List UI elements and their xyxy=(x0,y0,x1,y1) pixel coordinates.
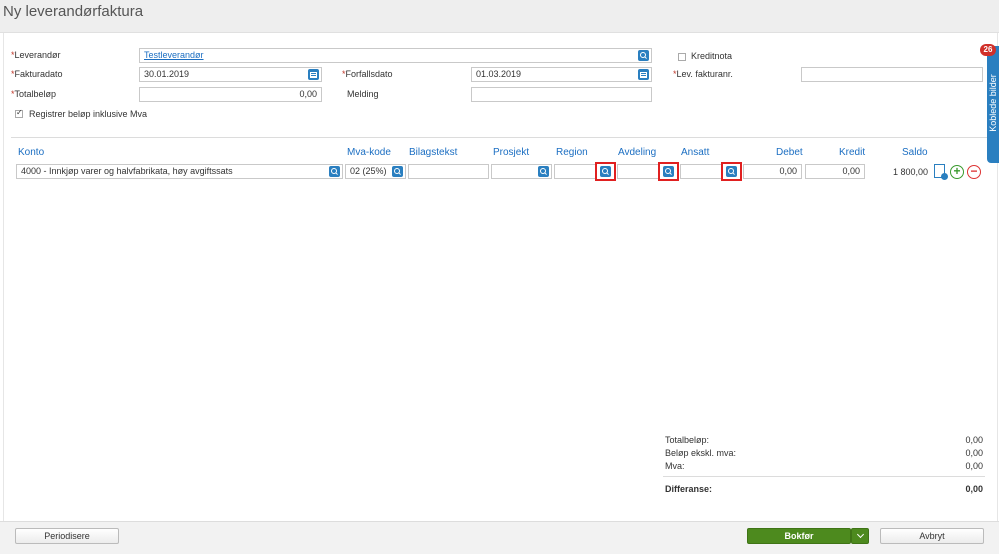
avdeling-lookup-icon[interactable] xyxy=(663,166,674,177)
page-title: Ny leverandørfaktura xyxy=(3,3,144,20)
avdeling-lookup-highlight[interactable] xyxy=(658,162,679,181)
totalbelop-input[interactable]: 0,00 xyxy=(139,87,322,102)
totalbelop-label: *Totalbeløp xyxy=(11,89,57,99)
content-frame xyxy=(3,33,998,521)
koblede-bilder-badge: 26 xyxy=(980,44,996,56)
forfallsdato-value: 01.03.2019 xyxy=(476,69,522,79)
konto-lookup-icon[interactable] xyxy=(329,166,340,177)
col-prosjekt: Prosjekt xyxy=(493,147,530,158)
prosjekt-lookup-icon[interactable] xyxy=(538,166,549,177)
title-bar: Ny leverandørfaktura xyxy=(0,0,999,33)
fakturadato-calendar-icon[interactable] xyxy=(308,69,319,80)
col-region: Region xyxy=(556,147,588,158)
attach-document-icon[interactable] xyxy=(934,164,948,180)
fakturadato-label: *Fakturadato xyxy=(11,69,63,79)
konto-value: 4000 - Innkjøp varer og halvfabrikata, h… xyxy=(21,166,233,176)
region-lookup-icon[interactable] xyxy=(600,166,611,177)
col-saldo: Saldo xyxy=(902,147,928,158)
col-kredit: Kredit xyxy=(839,147,866,158)
sum-mva-value: 0,00 xyxy=(965,461,983,471)
sum-differanse-value: 0,00 xyxy=(965,484,983,494)
sum-totalbelop-value: 0,00 xyxy=(965,435,983,445)
leverandor-link[interactable]: Testleverandør xyxy=(144,50,204,60)
registrer-mva-label: Registrer beløp inklusive Mva xyxy=(29,109,148,119)
remove-row-icon[interactable]: − xyxy=(967,165,981,179)
forfallsdato-calendar-icon[interactable] xyxy=(638,69,649,80)
add-row-icon[interactable]: + xyxy=(950,165,964,179)
col-debet: Debet xyxy=(776,147,803,158)
mva-kode-field[interactable]: 02 (25%) xyxy=(345,164,406,179)
sum-ekskl-mva-label: Beløp ekskl. mva: xyxy=(665,448,737,458)
saldo-value: 1 800,00 xyxy=(892,167,928,177)
melding-label: Melding xyxy=(347,89,379,99)
chevron-down-icon xyxy=(856,530,864,539)
fakturadato-field[interactable]: 30.01.2019 xyxy=(139,67,322,82)
col-bilagstekst: Bilagstekst xyxy=(409,147,458,158)
konto-field[interactable]: 4000 - Innkjøp varer og halvfabrikata, h… xyxy=(16,164,343,179)
bokfor-dropdown-button[interactable] xyxy=(851,528,869,544)
mva-kode-lookup-icon[interactable] xyxy=(392,166,403,177)
lev-fakturanr-input[interactable] xyxy=(801,67,983,82)
ansatt-lookup-highlight[interactable] xyxy=(721,162,742,181)
mva-kode-value: 02 (25%) xyxy=(350,166,387,176)
lev-fakturanr-label: *Lev. fakturanr. xyxy=(673,69,733,79)
fakturadato-value: 30.01.2019 xyxy=(144,69,190,79)
periodisere-button[interactable]: Periodisere xyxy=(15,528,119,544)
leverandor-field[interactable]: Testleverandør xyxy=(139,48,652,63)
leverandor-label: *Leverandør xyxy=(11,50,61,60)
kreditnota-label: Kreditnota xyxy=(691,51,733,61)
avbryt-button[interactable]: Avbryt xyxy=(880,528,984,544)
footer-bar: Periodisere Bokfør Avbryt xyxy=(0,521,999,554)
summary-divider xyxy=(663,476,985,477)
registrer-mva-checkbox[interactable] xyxy=(15,108,23,118)
kreditnota-checkbox[interactable] xyxy=(678,53,686,61)
forfallsdato-label: *Forfallsdato xyxy=(342,69,393,79)
debet-input[interactable]: 0,00 xyxy=(743,164,802,179)
bokfor-button[interactable]: Bokfør xyxy=(747,528,851,544)
region-field[interactable] xyxy=(554,164,596,179)
sum-differanse-label: Differanse: xyxy=(665,484,713,494)
col-ansatt: Ansatt xyxy=(681,147,710,158)
leverandor-lookup-icon[interactable] xyxy=(638,50,649,61)
col-avdeling: Avdeling xyxy=(618,147,657,158)
col-mva-kode: Mva-kode xyxy=(347,147,391,158)
col-konto: Konto xyxy=(18,147,45,158)
melding-input[interactable] xyxy=(471,87,652,102)
forfallsdato-field[interactable]: 01.03.2019 xyxy=(471,67,652,82)
ansatt-field[interactable] xyxy=(680,164,722,179)
kredit-input[interactable]: 0,00 xyxy=(805,164,865,179)
prosjekt-field[interactable] xyxy=(491,164,552,179)
region-lookup-highlight[interactable] xyxy=(595,162,616,181)
divider xyxy=(11,137,987,138)
koblede-bilder-tab[interactable]: Koblede bilder xyxy=(987,46,999,163)
avdeling-field[interactable] xyxy=(617,164,659,179)
sum-mva-label: Mva: xyxy=(665,461,685,471)
sum-totalbelop-label: Totalbeløp: xyxy=(665,435,710,445)
bilagstekst-input[interactable] xyxy=(408,164,489,179)
ansatt-lookup-icon[interactable] xyxy=(726,166,737,177)
sum-ekskl-mva-value: 0,00 xyxy=(965,448,983,458)
koblede-bilder-label: Koblede bilder xyxy=(988,74,998,132)
